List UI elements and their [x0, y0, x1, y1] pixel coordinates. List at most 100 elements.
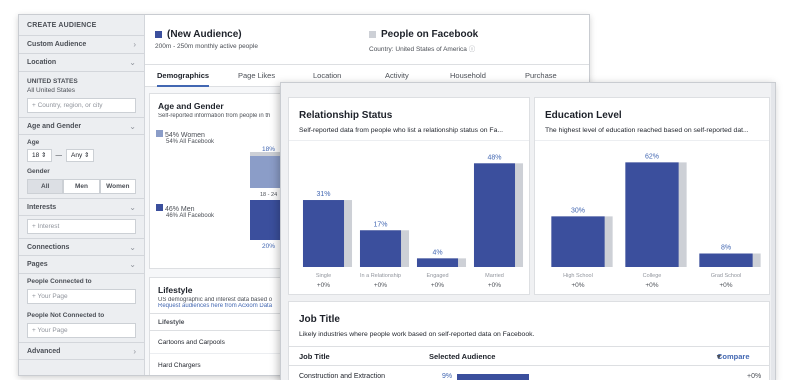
- sidebar-item-label: Pages: [27, 261, 48, 268]
- sidebar-item-custom-audience[interactable]: Custom Audience ›: [19, 36, 144, 54]
- bar-value-label: 17%: [373, 221, 387, 228]
- audience-size: 200m - 250m monthly active people: [155, 43, 258, 50]
- tab-page-likes[interactable]: Page Likes: [238, 65, 275, 87]
- education-chart: 30% High School +0% 62% College +0% 8% Grad Sch…: [535, 140, 769, 294]
- category-label: Grad School: [711, 273, 742, 279]
- audience-title: (New Audience): [167, 29, 242, 40]
- men-all-facebook: 46% All Facebook: [166, 213, 215, 219]
- relationship-chart: 31% Single +0% 17% In a Relationship +0% 4% Eng…: [289, 140, 529, 294]
- chart-bar: [302, 200, 345, 267]
- not-connected-page-input[interactable]: + Your Page: [27, 323, 136, 338]
- men-pct: 46% Men: [164, 206, 195, 213]
- age-to-select[interactable]: Any ⇕: [66, 149, 95, 162]
- age-from-select[interactable]: 18 ⇕: [27, 149, 52, 162]
- category-label: In a Relationship: [360, 273, 401, 279]
- women-all-facebook: 54% All Facebook: [166, 139, 215, 145]
- age-range: 18 ⇕ — Any ⇕: [19, 147, 144, 164]
- bar-value-label: 62%: [645, 153, 659, 160]
- chevron-down-icon: ⌄: [129, 243, 136, 252]
- chart-bar: [625, 162, 679, 267]
- job-name: Construction and Extraction: [299, 373, 385, 380]
- card-title: Education Level: [545, 110, 622, 121]
- bar-delta-label: +0%: [374, 282, 387, 289]
- age-bucket-label: 18 - 24: [260, 192, 278, 198]
- category-label: High School: [563, 273, 593, 279]
- bar-delta-label: +0%: [431, 282, 444, 289]
- facebook-title: People on Facebook: [381, 29, 479, 40]
- chevron-right-icon: ›: [133, 347, 136, 356]
- lifestyle-card: Lifestyle US demographic and interest da…: [149, 277, 299, 375]
- table-row[interactable]: Cartoons and Carpools: [150, 331, 298, 354]
- women-swatch: [156, 130, 163, 137]
- chart-bar: [551, 216, 605, 267]
- sidebar-item-interests[interactable]: Interests ⌄: [19, 198, 144, 216]
- card-title: Lifestyle: [158, 285, 193, 295]
- acxiom-link[interactable]: Request audiences here from Acxiom Data: [150, 303, 298, 309]
- card-subtitle: Likely industries where people work base…: [299, 331, 535, 338]
- people-connected-label: People Connected to: [27, 278, 92, 285]
- location-input[interactable]: + Country, region, or city: [27, 98, 136, 113]
- job-delta: +0%: [747, 373, 762, 380]
- sidebar-item-pages[interactable]: Pages ⌄: [19, 256, 144, 274]
- info-icon[interactable]: ⓘ: [469, 46, 476, 53]
- chart-bar: [473, 163, 516, 267]
- bar-value-label: 48%: [487, 154, 501, 161]
- sidebar-title: CREATE AUDIENCE: [19, 15, 144, 36]
- bar-value-label: 4%: [432, 249, 442, 256]
- age-dash: —: [55, 152, 63, 159]
- men-bar-label: 20%: [262, 243, 276, 250]
- relationship-status-card: Relationship Status Self-reported data f…: [288, 97, 530, 295]
- card-subtitle: The highest level of education reached b…: [545, 127, 749, 134]
- age-label: Age: [27, 139, 40, 146]
- selected-audience-column: Selected Audience: [429, 352, 496, 361]
- category-label: Single: [316, 273, 331, 279]
- gender-men-button[interactable]: Men: [63, 179, 100, 194]
- window-scrollbar[interactable]: [771, 83, 775, 380]
- create-audience-sidebar: CREATE AUDIENCE Custom Audience › Locati…: [19, 15, 145, 375]
- connected-page-input[interactable]: + Your Page: [27, 289, 136, 304]
- sidebar-item-label: Advanced: [27, 348, 61, 355]
- demographics-detail-window: Relationship Status Self-reported data f…: [280, 82, 776, 380]
- tab-demographics[interactable]: Demographics: [157, 65, 210, 87]
- gender-label: Gender: [27, 168, 50, 175]
- chevron-right-icon: ›: [133, 40, 136, 49]
- bar-delta-label: +0%: [719, 282, 732, 289]
- lifestyle-column-header: Lifestyle: [150, 313, 298, 331]
- chevron-down-icon: ⌄: [129, 203, 136, 212]
- education-level-card: Education Level The highest level of edu…: [534, 97, 770, 295]
- age-gender-card: Age and Gender Self-reported information…: [149, 93, 299, 269]
- women-bar-label: 18%: [262, 146, 276, 153]
- table-row[interactable]: Hard Chargers: [150, 354, 298, 375]
- gender-toggle: All Men Women: [27, 179, 136, 194]
- bar-delta-label: +0%: [488, 282, 501, 289]
- audience-header: (New Audience) 200m - 250m monthly activ…: [145, 15, 589, 65]
- bar-delta-label: +0%: [645, 282, 658, 289]
- interest-input[interactable]: + Interest: [27, 219, 136, 234]
- card-subtitle: Self-reported data from people who list …: [299, 127, 504, 134]
- chevron-down-icon: ⌄: [129, 58, 136, 67]
- sidebar-item-advanced[interactable]: Advanced ›: [19, 342, 144, 360]
- sidebar-item-label: Age and Gender: [27, 123, 82, 130]
- gender-all-button[interactable]: All: [27, 179, 64, 194]
- card-title: Relationship Status: [299, 110, 393, 121]
- category-label: Married: [485, 273, 504, 279]
- sidebar-item-label: Custom Audience: [27, 41, 87, 48]
- chart-bar: [699, 253, 753, 267]
- bar-value-label: 31%: [316, 191, 330, 198]
- sidebar-item-age-gender[interactable]: Age and Gender ⌄: [19, 117, 144, 135]
- sidebar-item-label: Connections: [27, 244, 70, 251]
- category-label: College: [643, 273, 662, 279]
- job-pct: 9%: [442, 373, 453, 380]
- chart-bar: [359, 230, 402, 267]
- job-title-column: Job Title: [299, 352, 330, 361]
- men-swatch: [156, 204, 163, 211]
- bar-delta-label: +0%: [317, 282, 330, 289]
- sidebar-item-connections[interactable]: Connections ⌄: [19, 238, 144, 256]
- sidebar-item-location[interactable]: Location ⌄: [19, 54, 144, 72]
- card-subtitle: Self-reported information from people in…: [158, 113, 271, 119]
- country-heading: UNITED STATES: [27, 78, 78, 85]
- audience-color-swatch: [155, 31, 162, 38]
- table-row[interactable]: Construction and Extraction 9% +0%: [289, 366, 769, 380]
- bar-value-label: 8%: [721, 245, 731, 252]
- gender-women-button[interactable]: Women: [99, 179, 136, 194]
